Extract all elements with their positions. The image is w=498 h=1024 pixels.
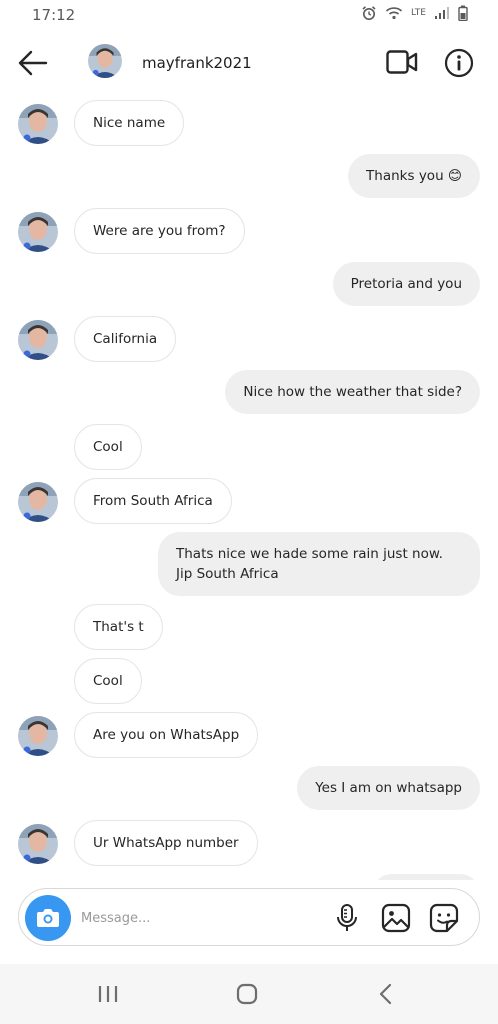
- incoming-message[interactable]: Were are you from?: [74, 208, 245, 254]
- incoming-message[interactable]: Nice name: [74, 100, 185, 146]
- message-text: Cool: [93, 673, 123, 689]
- video-camera-icon: [386, 50, 418, 74]
- message-text: Thats nice we hade some rain just now. J…: [176, 546, 443, 582]
- incoming-message[interactable]: Cool: [74, 658, 142, 704]
- image-icon: [381, 903, 411, 933]
- outgoing-message[interactable]: Thats nice we hade some rain just now. J…: [158, 532, 480, 596]
- incoming-message[interactable]: That's t: [74, 604, 163, 650]
- profile-photo: [18, 482, 58, 522]
- profile-photo: [88, 44, 122, 78]
- chevron-left-icon: [379, 983, 392, 1005]
- wifi-icon: [385, 7, 403, 20]
- sender-avatar[interactable]: [18, 104, 58, 144]
- sender-avatar[interactable]: [18, 716, 58, 756]
- sender-avatar[interactable]: [18, 482, 58, 522]
- outgoing-message[interactable]: Thanks you 😊: [348, 154, 480, 198]
- system-navigation-bar: [0, 964, 498, 1024]
- incoming-message[interactable]: California: [74, 316, 177, 362]
- profile-photo: [18, 824, 58, 864]
- camera-button[interactable]: [25, 895, 71, 941]
- message-text: California: [93, 331, 158, 347]
- status-bar: 17:12 LTE: [0, 0, 498, 32]
- incoming-message[interactable]: From South Africa: [74, 478, 232, 524]
- profile-photo: [18, 104, 58, 144]
- message-text: Nice name: [93, 115, 166, 131]
- sticker-icon: [429, 903, 459, 933]
- camera-icon: [37, 909, 59, 927]
- sender-avatar[interactable]: [18, 320, 58, 360]
- alarm-icon: [362, 6, 376, 20]
- info-icon: [444, 48, 474, 78]
- chat-username[interactable]: mayfrank2021: [142, 54, 252, 72]
- info-button[interactable]: [444, 48, 474, 78]
- message-text: Yes I am on whatsapp: [315, 780, 462, 796]
- header-avatar[interactable]: [88, 44, 122, 78]
- profile-photo: [18, 320, 58, 360]
- message-text: Thanks you 😊: [366, 168, 462, 184]
- message-text: That's t: [93, 619, 144, 635]
- incoming-message[interactable]: Cool: [74, 424, 142, 470]
- status-time: 17:12: [32, 6, 76, 24]
- outgoing-message-partial[interactable]: [372, 874, 480, 880]
- message-thread[interactable]: Nice name Thanks you 😊 Were are you from…: [0, 94, 498, 880]
- video-call-button[interactable]: [386, 49, 418, 75]
- home-icon: [236, 983, 258, 1005]
- signal-icon: [435, 7, 449, 19]
- incoming-message[interactable]: Are you on WhatsApp: [74, 712, 259, 758]
- arrow-left-icon: [18, 50, 48, 76]
- sticker-button[interactable]: [429, 903, 459, 933]
- home-button[interactable]: [232, 982, 262, 1006]
- battery-icon: [458, 5, 468, 21]
- profile-photo: [18, 716, 58, 756]
- voice-message-button[interactable]: [335, 903, 359, 933]
- sender-avatar[interactable]: [18, 824, 58, 864]
- sender-avatar[interactable]: [18, 212, 58, 252]
- incoming-message[interactable]: Ur WhatsApp number: [74, 820, 258, 866]
- message-text: Cool: [93, 439, 123, 455]
- message-text: From South Africa: [93, 493, 213, 509]
- outgoing-message[interactable]: Pretoria and you: [332, 262, 480, 306]
- gallery-button[interactable]: [381, 903, 411, 933]
- recent-apps-icon: [98, 986, 118, 1002]
- message-text: Ur WhatsApp number: [93, 835, 239, 851]
- message-input[interactable]: [81, 905, 321, 931]
- chat-header: mayfrank2021: [0, 32, 498, 94]
- message-text: Pretoria and you: [350, 276, 462, 292]
- network-type: LTE: [411, 7, 426, 18]
- profile-photo: [18, 212, 58, 252]
- recent-apps-button[interactable]: [94, 982, 124, 1006]
- status-icons: LTE: [361, 5, 468, 21]
- message-text: Nice how the weather that side?: [243, 384, 462, 400]
- outgoing-message[interactable]: Nice how the weather that side?: [225, 370, 480, 414]
- message-text: Were are you from?: [93, 223, 226, 239]
- microphone-icon: [337, 904, 357, 931]
- message-text: Are you on WhatsApp: [93, 727, 240, 743]
- back-button[interactable]: [16, 48, 50, 78]
- outgoing-message[interactable]: Yes I am on whatsapp: [297, 766, 480, 810]
- system-back-button[interactable]: [372, 982, 402, 1006]
- message-composer: [18, 888, 480, 946]
